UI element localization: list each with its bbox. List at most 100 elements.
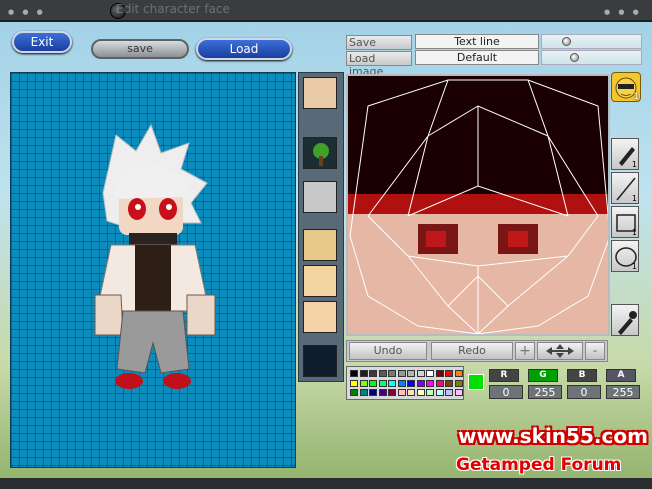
green-channel[interactable]: G 255 [528, 369, 562, 401]
alpha-channel-label: A [606, 369, 636, 382]
current-color-swatch[interactable] [468, 374, 484, 390]
palette-swatch[interactable] [454, 389, 463, 396]
palette-swatch[interactable] [378, 379, 387, 387]
undo-button[interactable]: Undo [349, 342, 427, 360]
palette-swatch[interactable] [388, 389, 396, 396]
top-slider-knob[interactable] [562, 37, 571, 46]
load-image-field[interactable]: Load image [346, 51, 412, 78]
alpha-channel-value[interactable]: 255 [606, 385, 640, 399]
pan-move-icon[interactable] [537, 342, 583, 360]
palette-swatch[interactable] [445, 370, 453, 377]
palette-swatch[interactable] [369, 370, 377, 377]
palette-swatch[interactable] [454, 370, 463, 377]
part-jacket-thumbnail[interactable] [303, 181, 337, 213]
eyedropper-icon [618, 311, 637, 335]
color-palette[interactable] [346, 366, 464, 400]
palette-swatch[interactable] [407, 389, 415, 396]
character-model [94, 123, 216, 389]
ellipse-tool[interactable]: 1 [611, 240, 639, 272]
uv-wireframe [348, 76, 608, 334]
palette-swatch[interactable] [388, 370, 396, 377]
watermark-forum: Getamped Forum [456, 455, 622, 475]
palette-swatch[interactable] [378, 370, 387, 377]
window-title: Edit character face [116, 2, 230, 16]
red-channel-label: R [489, 369, 519, 382]
top-slider-track[interactable] [541, 34, 642, 49]
palette-swatch[interactable] [369, 389, 377, 396]
palette-swatch[interactable] [359, 389, 368, 396]
text-line-field[interactable]: Text line [415, 34, 539, 49]
palette-swatch[interactable] [426, 389, 434, 396]
parts-strip [298, 72, 344, 382]
palette-swatch[interactable] [397, 389, 406, 396]
part-face-2-thumbnail[interactable] [303, 265, 337, 297]
zoom-out-icon[interactable]: - [585, 342, 605, 360]
palette-swatch[interactable] [407, 370, 415, 377]
part-face-3-thumbnail[interactable] [303, 301, 337, 333]
palette-swatch[interactable] [388, 379, 396, 387]
edit-controls: Undo Redo + - [346, 340, 608, 362]
palette-swatch[interactable] [350, 379, 358, 387]
default-field[interactable]: Default [415, 50, 539, 65]
player-badge-count: 1 [633, 92, 639, 102]
part-face-1-thumbnail[interactable] [303, 229, 337, 261]
green-channel-label: G [528, 369, 558, 382]
part-empty-thumbnail[interactable] [303, 345, 337, 377]
palette-swatch[interactable] [359, 370, 368, 377]
title-bar: ● ● ● Edit character face ● ● ● [0, 0, 652, 22]
palette-swatch[interactable] [359, 379, 368, 387]
palette-swatch[interactable] [397, 379, 406, 387]
line-tool[interactable]: 1 [611, 172, 639, 204]
bottom-bar [0, 478, 652, 489]
palette-swatch[interactable] [416, 370, 425, 377]
game-screen: ● ● ● Edit character face ● ● ● Exit sav… [0, 0, 652, 489]
decor-dots-right: ● ● ● [604, 8, 642, 16]
rectangle-tool-count: 1 [631, 228, 637, 237]
palette-swatch[interactable] [435, 379, 444, 387]
save-button[interactable]: save [91, 39, 189, 59]
character-preview[interactable] [10, 72, 296, 468]
decor-dots: ● ● ● [8, 8, 46, 16]
palette-swatch[interactable] [435, 389, 444, 396]
palette-swatch[interactable] [369, 379, 377, 387]
palette-swatch[interactable] [350, 370, 358, 377]
watermark-site: www.skin55.com [458, 424, 648, 448]
green-channel-value[interactable]: 255 [528, 385, 562, 399]
bottom-slider-track[interactable] [541, 50, 642, 65]
palette-swatch[interactable] [397, 370, 406, 377]
tool-column: 1 1 1 1 [611, 138, 641, 338]
palette-swatch[interactable] [445, 379, 453, 387]
rectangle-tool[interactable]: 1 [611, 206, 639, 238]
pen-tool-count: 1 [631, 160, 637, 169]
red-channel[interactable]: R 0 [489, 369, 523, 401]
pen-tool[interactable]: 1 [611, 138, 639, 170]
palette-swatch[interactable] [435, 370, 444, 377]
red-channel-value[interactable]: 0 [489, 385, 523, 399]
palette-swatch[interactable] [416, 379, 425, 387]
palette-swatch[interactable] [350, 389, 358, 396]
blue-channel-label: B [567, 369, 597, 382]
eyedropper-tool[interactable] [611, 304, 639, 336]
texture-editor-canvas[interactable] [346, 74, 610, 336]
palette-swatch[interactable] [378, 389, 387, 396]
bottom-slider-knob[interactable] [570, 53, 579, 62]
zoom-in-icon[interactable]: + [515, 342, 535, 360]
exit-button[interactable]: Exit [12, 31, 72, 53]
palette-swatch[interactable] [426, 379, 434, 387]
save-image-field[interactable]: Save image [346, 35, 412, 62]
alpha-channel[interactable]: A 255 [606, 369, 640, 401]
player-face-icon[interactable]: 1 [611, 72, 641, 102]
ellipse-tool-count: 1 [631, 262, 637, 271]
part-head-thumbnail[interactable] [303, 77, 337, 109]
load-button[interactable]: Load [196, 38, 292, 60]
palette-swatch[interactable] [416, 389, 425, 396]
palette-swatch[interactable] [407, 379, 415, 387]
redo-button[interactable]: Redo [431, 342, 513, 360]
blue-channel-value[interactable]: 0 [567, 385, 601, 399]
palette-swatch[interactable] [445, 389, 453, 396]
part-tree-thumbnail[interactable] [303, 137, 337, 169]
line-tool-count: 1 [631, 194, 637, 203]
palette-swatch[interactable] [454, 379, 463, 387]
blue-channel[interactable]: B 0 [567, 369, 601, 401]
palette-swatch[interactable] [426, 370, 434, 377]
